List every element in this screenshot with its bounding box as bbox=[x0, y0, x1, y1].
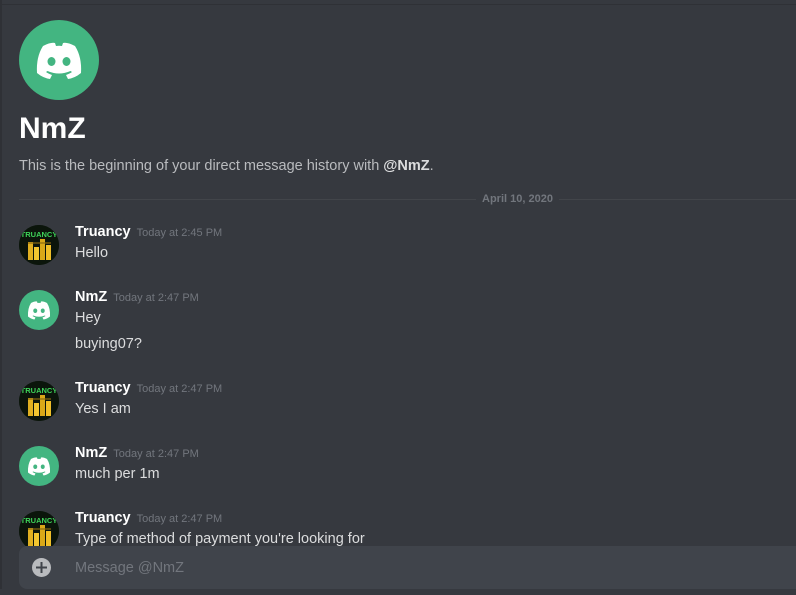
bottom-strip bbox=[0, 589, 796, 595]
message-header: NmZ Today at 2:47 PM bbox=[75, 288, 199, 307]
message-input[interactable] bbox=[65, 546, 785, 589]
intro-description: This is the beginning of your direct mes… bbox=[19, 156, 434, 176]
add-attachment-button[interactable] bbox=[32, 558, 51, 577]
message-text: Hey bbox=[75, 310, 101, 326]
message-author[interactable]: NmZ bbox=[75, 445, 107, 461]
message-author[interactable]: Truancy bbox=[75, 380, 131, 396]
message-author[interactable]: Truancy bbox=[75, 224, 131, 240]
message-list[interactable]: NmZ This is the beginning of your direct… bbox=[0, 0, 796, 546]
date-divider: April 10, 2020 bbox=[19, 192, 796, 206]
svg-text:TRUANCY: TRUANCY bbox=[21, 230, 58, 239]
message-timestamp: Today at 2:47 PM bbox=[113, 292, 199, 304]
avatar[interactable]: TRUANCY bbox=[19, 511, 59, 546]
intro-period: . bbox=[429, 158, 434, 174]
message-text: Hello bbox=[75, 245, 109, 261]
avatar[interactable]: TRUANCY bbox=[19, 381, 59, 421]
message-composer bbox=[19, 546, 796, 589]
message-author[interactable]: Truancy bbox=[75, 510, 131, 526]
truancy-avatar-icon: TRUANCY bbox=[19, 225, 59, 265]
message-text: buying07? bbox=[75, 336, 142, 352]
message-header: NmZ Today at 2:47 PM bbox=[75, 444, 199, 463]
discord-logo-icon bbox=[27, 301, 51, 320]
message-timestamp: Today at 2:45 PM bbox=[136, 227, 223, 239]
truancy-avatar-icon: TRUANCY bbox=[19, 381, 59, 421]
message-group: TRUANCY Truancy Today at 2:47 PM Type of … bbox=[19, 509, 779, 546]
message-timestamp: Today at 2:47 PM bbox=[113, 448, 199, 460]
message-text: much per 1m bbox=[75, 466, 160, 482]
message-group: TRUANCY Truancy Today at 2:47 PM Yes I am bbox=[19, 379, 779, 423]
message-header: Truancy Today at 2:47 PM bbox=[75, 379, 222, 398]
intro-avatar[interactable] bbox=[19, 20, 99, 100]
message-group: TRUANCY Truancy Today at 2:45 PM Hello bbox=[19, 223, 779, 267]
avatar[interactable] bbox=[19, 290, 59, 330]
intro-text: This is the beginning of your direct mes… bbox=[19, 158, 384, 174]
user-mention[interactable]: @NmZ bbox=[383, 158, 429, 174]
message-timestamp: Today at 2:47 PM bbox=[136, 513, 223, 525]
message-text: Yes I am bbox=[75, 401, 131, 417]
plus-circle-icon bbox=[36, 562, 47, 573]
channel-title: NmZ bbox=[19, 112, 86, 145]
discord-logo-icon bbox=[36, 42, 82, 79]
discord-logo-icon bbox=[27, 457, 51, 476]
message-group: NmZ Today at 2:47 PM much per 1m bbox=[19, 444, 779, 488]
svg-text:TRUANCY: TRUANCY bbox=[21, 386, 58, 395]
truancy-avatar-icon: TRUANCY bbox=[19, 511, 59, 546]
avatar[interactable]: TRUANCY bbox=[19, 225, 59, 265]
avatar[interactable] bbox=[19, 446, 59, 486]
message-text: Type of method of payment you're looking… bbox=[75, 531, 365, 546]
message-group: NmZ Today at 2:47 PM Hey buying07? bbox=[19, 288, 779, 358]
date-label: April 10, 2020 bbox=[476, 192, 559, 206]
message-author[interactable]: NmZ bbox=[75, 289, 107, 305]
message-header: Truancy Today at 2:45 PM bbox=[75, 223, 222, 242]
message-header: Truancy Today at 2:47 PM bbox=[75, 509, 222, 528]
message-timestamp: Today at 2:47 PM bbox=[136, 383, 223, 395]
svg-text:TRUANCY: TRUANCY bbox=[21, 516, 58, 525]
dm-window: NmZ This is the beginning of your direct… bbox=[0, 0, 796, 595]
